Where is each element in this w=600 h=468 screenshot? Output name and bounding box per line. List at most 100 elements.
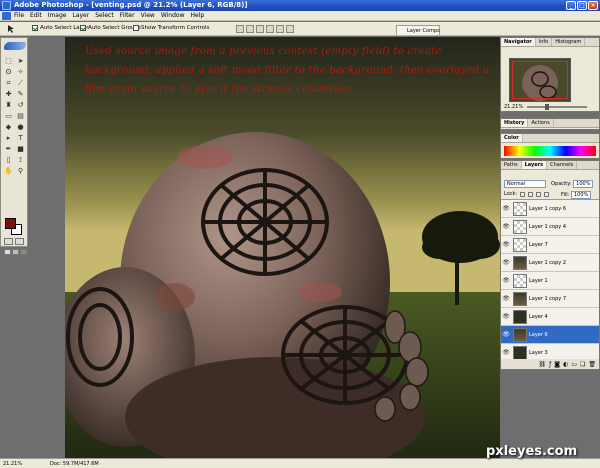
menu-select[interactable]: Select [95, 12, 114, 19]
menu-view[interactable]: View [141, 12, 155, 19]
eraser-tool-icon[interactable]: ▭ [3, 111, 14, 121]
align-top-icon[interactable] [236, 25, 244, 33]
new-layer-icon[interactable]: ❏ [580, 361, 585, 368]
visibility-eye-icon[interactable]: 👁 [501, 259, 511, 266]
pen-tool-icon[interactable]: ✒ [3, 144, 14, 154]
blend-mode-select[interactable]: Normal [504, 180, 546, 188]
tab-navigator[interactable]: Navigator [501, 38, 536, 46]
crop-tool-icon[interactable]: ⌗ [3, 78, 14, 88]
tab-actions[interactable]: Actions [528, 119, 554, 127]
navigator-thumbnail[interactable] [509, 58, 571, 102]
fill-input[interactable]: 100% [570, 191, 592, 199]
visibility-eye-icon[interactable]: 👁 [501, 277, 511, 284]
align-right-icon[interactable] [286, 25, 294, 33]
lasso-tool-icon[interactable]: ʘ [3, 67, 14, 77]
eyedropper-tool-icon[interactable]: ⟟ [15, 155, 26, 165]
clone-stamp-icon[interactable]: ♜ [3, 100, 14, 110]
auto-select-groups-option[interactable]: Auto Select Groups [80, 25, 141, 31]
visibility-eye-icon[interactable]: 👁 [501, 313, 511, 320]
lock-position-icon[interactable] [536, 191, 542, 197]
path-selection-icon[interactable]: ▸ [3, 133, 14, 143]
tab-channels[interactable]: Channels [547, 161, 578, 169]
notes-tool-icon[interactable]: ▯ [3, 155, 14, 165]
dodge-tool-icon[interactable]: ● [15, 122, 26, 132]
color-spectrum-bar[interactable] [504, 146, 596, 156]
layer-row[interactable]: 👁 Layer 4 [501, 308, 599, 326]
standard-screen-icon[interactable] [4, 249, 11, 255]
hand-tool-icon[interactable]: ✋ [3, 166, 14, 176]
new-group-icon[interactable]: ▭ [571, 361, 577, 368]
visibility-eye-icon[interactable]: 👁 [501, 331, 511, 338]
brush-tool-icon[interactable]: ✎ [15, 89, 26, 99]
magic-wand-tool-icon[interactable]: ✧ [15, 67, 26, 77]
menu-layer[interactable]: Layer [72, 12, 89, 19]
layer-row[interactable]: 👁 Layer 1 [501, 272, 599, 290]
menu-edit[interactable]: Edit [30, 12, 42, 19]
tab-layers[interactable]: Layers [521, 161, 548, 169]
healing-brush-icon[interactable]: ✚ [3, 89, 14, 99]
document-canvas[interactable]: Used source image from a previous contes… [65, 37, 500, 461]
shape-tool-icon[interactable]: ■ [15, 144, 26, 154]
navigator-zoom-slider[interactable] [527, 104, 587, 110]
lock-transparency-icon[interactable] [520, 191, 526, 197]
navigator-zoom-value[interactable]: 21.21% [504, 104, 523, 110]
tab-history[interactable]: History [501, 119, 529, 127]
layer-row[interactable]: 👁 Layer 1 copy 4 [501, 218, 599, 236]
visibility-eye-icon[interactable]: 👁 [501, 205, 511, 212]
foreground-color-swatch[interactable] [5, 218, 16, 229]
full-screen-menu-icon[interactable] [12, 249, 19, 255]
tab-histogram[interactable]: Histogram [552, 38, 586, 46]
layer-row[interactable]: 👁 Layer 3 [501, 344, 599, 359]
menu-window[interactable]: Window [161, 12, 185, 19]
minimize-button[interactable]: _ [566, 1, 576, 10]
layer-row[interactable]: 👁 Layer 7 [501, 236, 599, 254]
layer-row[interactable]: 👁 Layer 1 copy 7 [501, 290, 599, 308]
align-left-icon[interactable] [266, 25, 274, 33]
visibility-eye-icon[interactable]: 👁 [501, 295, 511, 302]
move-tool-icon[interactable] [6, 24, 16, 34]
blur-tool-icon[interactable]: ◆ [3, 122, 14, 132]
layer-row[interactable]: 👁 Layer 1 copy 2 [501, 254, 599, 272]
layer-row[interactable]: 👁 Layer 6 [501, 326, 599, 344]
align-center-icon[interactable] [276, 25, 284, 33]
standard-mode-icon[interactable] [4, 238, 13, 245]
visibility-eye-icon[interactable]: 👁 [501, 241, 511, 248]
link-layers-icon[interactable]: ⛓ [538, 361, 546, 368]
adobe-feather-icon[interactable] [4, 42, 26, 50]
move-tool-icon[interactable]: ➤ [15, 56, 26, 66]
slice-tool-icon[interactable]: ⟋ [15, 78, 26, 88]
zoom-tool-icon[interactable]: ⚲ [15, 166, 26, 176]
full-screen-icon[interactable] [20, 249, 27, 255]
auto-select-groups-checkbox[interactable] [80, 25, 86, 31]
layer-style-icon[interactable]: ƒ [549, 361, 551, 368]
visibility-eye-icon[interactable]: 👁 [501, 223, 511, 230]
menu-filter[interactable]: Filter [120, 12, 135, 19]
align-bottom-icon[interactable] [256, 25, 264, 33]
marquee-tool-icon[interactable]: ⬚ [3, 56, 14, 66]
close-button[interactable]: × [588, 1, 598, 10]
zoom-slider-handle[interactable] [545, 104, 549, 110]
auto-select-layer-checkbox[interactable] [32, 25, 38, 31]
lock-all-icon[interactable] [544, 191, 550, 197]
align-middle-icon[interactable] [246, 25, 254, 33]
tab-paths[interactable]: Paths [501, 161, 522, 169]
layer-mask-icon[interactable]: ◙ [554, 361, 560, 368]
status-doc-size[interactable]: Doc: 59.7M/417.6M [50, 461, 99, 467]
type-tool-icon[interactable]: T [15, 133, 26, 143]
maximize-button[interactable]: □ [577, 1, 587, 10]
layer-row[interactable]: 👁 Layer 1 copy 6 [501, 200, 599, 218]
history-brush-icon[interactable]: ↺ [15, 100, 26, 110]
menu-image[interactable]: Image [48, 12, 67, 19]
tab-color[interactable]: Color [501, 134, 523, 142]
status-zoom[interactable]: 21.21% [3, 461, 22, 467]
layer-comps-tab[interactable]: Layer Comps [396, 25, 440, 35]
quick-mask-mode-icon[interactable] [15, 238, 24, 245]
show-transform-controls-checkbox[interactable] [133, 25, 139, 31]
opacity-input[interactable]: 100% [573, 180, 594, 188]
trash-icon[interactable]: 🗑 [588, 361, 596, 368]
menu-help[interactable]: Help [191, 12, 205, 19]
show-transform-controls-option[interactable]: Show Transform Controls [133, 25, 209, 31]
ps-document-icon[interactable] [2, 12, 11, 20]
gradient-tool-icon[interactable]: ▤ [15, 111, 26, 121]
visibility-eye-icon[interactable]: 👁 [501, 349, 511, 356]
